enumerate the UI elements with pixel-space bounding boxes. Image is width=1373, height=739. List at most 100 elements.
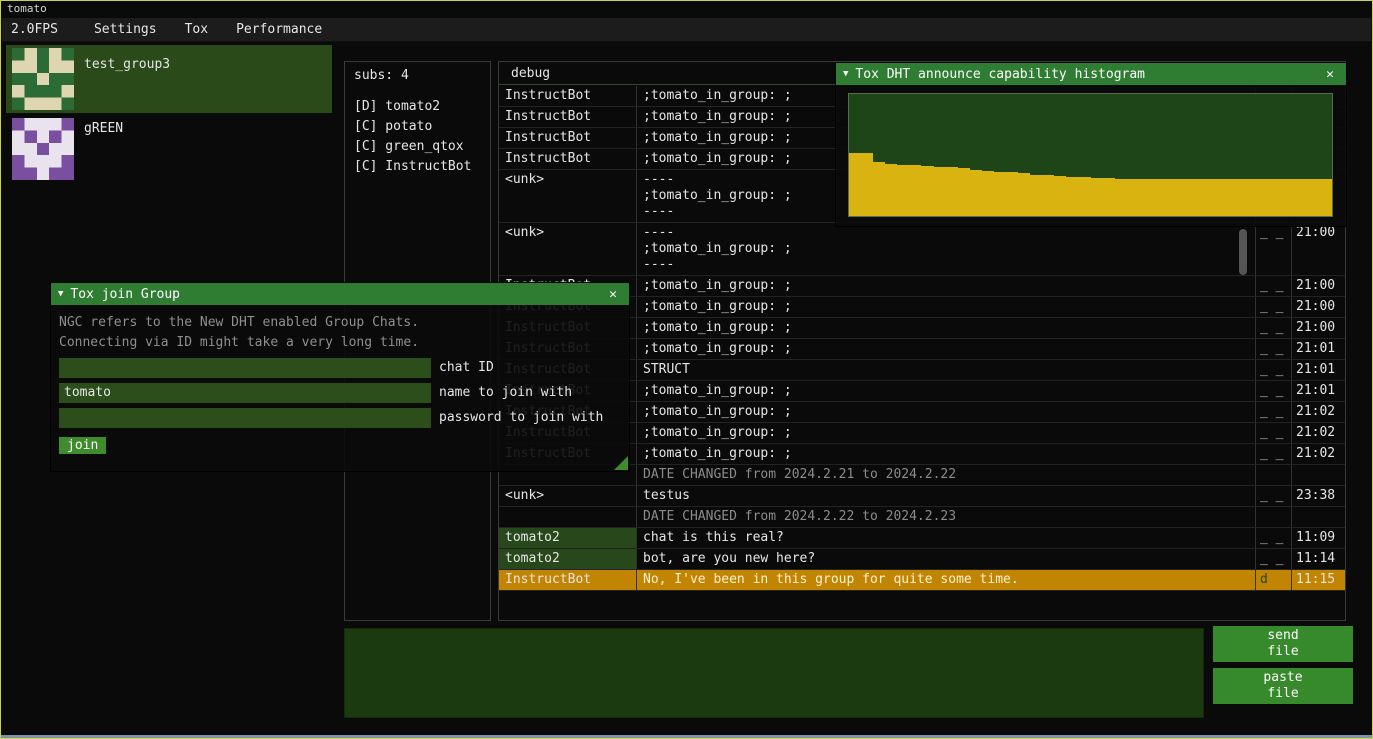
histogram-window-title: Tox DHT announce capability histogram	[855, 67, 1321, 82]
close-icon[interactable]: ✕	[1321, 67, 1339, 82]
histogram-bar	[1018, 173, 1030, 216]
histogram-bar	[1042, 175, 1054, 216]
histogram-bar	[1248, 179, 1260, 216]
join-group-window: ▼ Tox join Group ✕ NGC refers to the New…	[51, 283, 629, 471]
histogram-bar	[849, 153, 861, 216]
histogram-bar	[1066, 177, 1078, 216]
message-author: tomato2	[499, 549, 637, 569]
menu-item-performance[interactable]: Performance	[222, 22, 336, 37]
paste-file-button[interactable]: paste file	[1213, 668, 1353, 704]
sidebar-group-green[interactable]: gREEN	[6, 115, 332, 183]
message-flags: _ _	[1256, 318, 1292, 338]
member-list: [D] tomato2[C] potato[C] green_qtox[C] I…	[354, 97, 490, 177]
chat-message-row: tomato2bot, are you new here?_ _11:14	[499, 549, 1345, 570]
message-author: InstructBot	[499, 149, 637, 169]
chat-message-row: <unk>----;tomato_in_group: ;----_ _21:00	[499, 223, 1345, 276]
histogram-bar	[1211, 179, 1223, 216]
histogram-bar	[1260, 179, 1272, 216]
collapse-arrow-icon[interactable]: ▼	[58, 289, 63, 299]
histogram-plot	[848, 93, 1333, 217]
chat-message-row: InstructBotNo, I've been in this group f…	[499, 570, 1345, 591]
message-time: 21:01	[1292, 339, 1345, 359]
message-flags: _ _	[1256, 360, 1292, 380]
join-group-title: Tox join Group	[70, 287, 604, 302]
message-flags	[1256, 507, 1292, 527]
resize-grip-icon[interactable]	[614, 456, 628, 470]
subs-count-label: subs: 4	[354, 68, 490, 83]
join-password-input[interactable]	[59, 408, 431, 428]
join-name-input[interactable]: tomato	[59, 383, 431, 403]
histogram-bar	[921, 166, 933, 216]
menu-item-settings[interactable]: Settings	[80, 22, 171, 37]
message-author: InstructBot	[499, 570, 637, 590]
histogram-bar	[1308, 179, 1320, 216]
chat-scrollbar-thumb[interactable]	[1239, 229, 1247, 275]
join-button[interactable]: join	[59, 437, 106, 454]
histogram-bar	[1175, 179, 1187, 216]
histogram-bar	[1199, 179, 1211, 216]
histogram-bar	[946, 167, 958, 216]
message-flags: d	[1256, 570, 1292, 590]
member-item[interactable]: [C] green_qtox	[354, 137, 490, 157]
histogram-bar	[1284, 179, 1296, 216]
ngc-info-line2: Connecting via ID might take a very long…	[59, 333, 621, 353]
group-avatar-image	[12, 118, 74, 180]
member-item[interactable]: [C] potato	[354, 117, 490, 137]
message-text: ;tomato_in_group: ;	[637, 318, 1256, 338]
histogram-bar	[1115, 179, 1127, 216]
message-input[interactable]	[344, 628, 1204, 718]
message-text: ;tomato_in_group: ;	[637, 402, 1256, 422]
member-item[interactable]: [D] tomato2	[354, 97, 490, 117]
message-text: ;tomato_in_group: ;	[637, 423, 1256, 443]
message-time: 11:14	[1292, 549, 1345, 569]
message-text: ;tomato_in_group: ;	[637, 444, 1256, 464]
histogram-bar	[1187, 179, 1199, 216]
chat-id-input[interactable]	[59, 358, 431, 378]
join-group-titlebar[interactable]: ▼ Tox join Group ✕	[51, 283, 629, 305]
message-time: 23:38	[1292, 486, 1345, 506]
message-flags: _ _	[1256, 423, 1292, 443]
histogram-bar	[1006, 172, 1018, 216]
message-time: 21:02	[1292, 444, 1345, 464]
message-flags: _ _	[1256, 223, 1292, 275]
member-item[interactable]: [C] InstructBot	[354, 157, 490, 177]
message-flags: _ _	[1256, 486, 1292, 506]
histogram-bar	[958, 168, 970, 216]
histogram-bar	[1103, 178, 1115, 216]
histogram-bar	[982, 171, 994, 216]
collapse-arrow-icon[interactable]: ▼	[843, 69, 848, 79]
histogram-bar	[994, 172, 1006, 216]
sidebar-group-test-group3[interactable]: test_group3	[6, 45, 332, 113]
paste-file-label-line2: file	[1267, 686, 1298, 702]
message-flags: _ _	[1256, 297, 1292, 317]
message-time: 21:00	[1292, 223, 1345, 275]
histogram-bar	[885, 164, 897, 216]
join-group-body: NGC refers to the New DHT enabled Group …	[51, 305, 629, 471]
window-bottom-edge	[1, 735, 1372, 738]
message-flags: _ _	[1256, 549, 1292, 569]
message-flags: _ _	[1256, 276, 1292, 296]
tab-debug[interactable]: debug	[511, 66, 550, 81]
message-author: <unk>	[499, 223, 637, 275]
histogram-window-body	[836, 85, 1346, 226]
histogram-bar	[1236, 179, 1248, 216]
histogram-bar	[1054, 176, 1066, 216]
message-author: InstructBot	[499, 86, 637, 106]
message-author: InstructBot	[499, 107, 637, 127]
histogram-window: ▼ Tox DHT announce capability histogram …	[836, 63, 1346, 226]
histogram-bar	[1078, 177, 1090, 216]
close-icon[interactable]: ✕	[604, 287, 622, 302]
histogram-bar	[1127, 179, 1139, 216]
send-file-label-line1: send	[1267, 628, 1298, 644]
histogram-bar	[861, 153, 873, 216]
message-flags: _ _	[1256, 528, 1292, 548]
histogram-window-titlebar[interactable]: ▼ Tox DHT announce capability histogram …	[836, 63, 1346, 85]
send-file-button[interactable]: send file	[1213, 626, 1353, 662]
message-flags: _ _	[1256, 402, 1292, 422]
group-name: test_group3	[84, 57, 170, 113]
message-text: ;tomato_in_group: ;	[637, 381, 1256, 401]
histogram-bar	[873, 162, 885, 216]
message-text: STRUCT	[637, 360, 1256, 380]
menu-item-tox[interactable]: Tox	[171, 22, 222, 37]
histogram-bar	[1091, 178, 1103, 216]
